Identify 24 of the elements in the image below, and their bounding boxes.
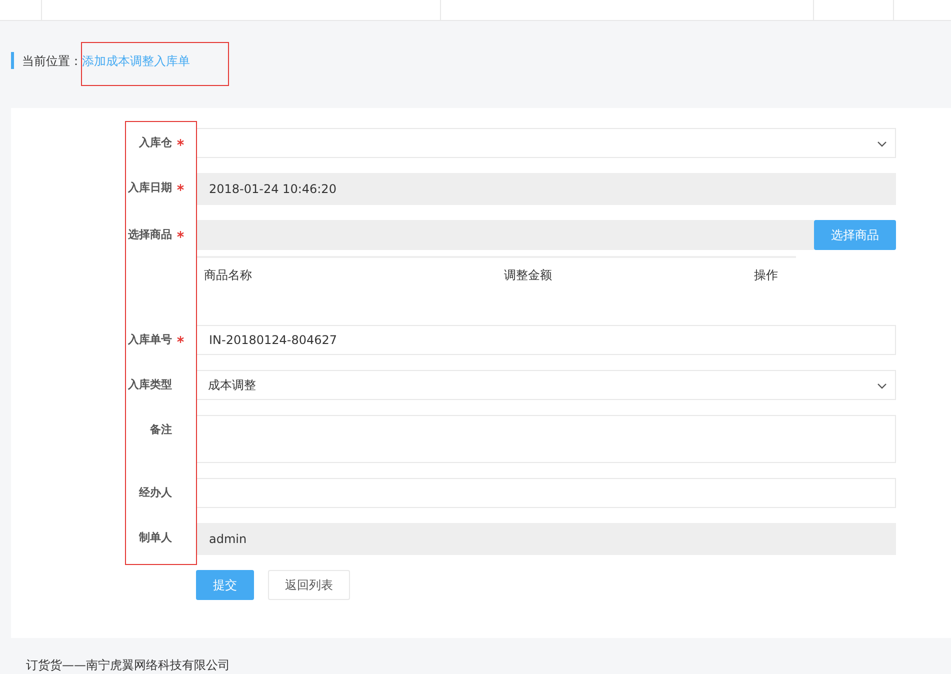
column-header: 操作 (753, 267, 779, 284)
select-field[interactable]: 成本调整 (196, 370, 896, 400)
column-header: 调整金额 (503, 267, 553, 284)
field-label: 选择商品 (128, 227, 172, 243)
field-label: 入库日期 (128, 180, 172, 196)
field-label: 入库仓 (139, 135, 172, 151)
field-label: 入库类型 (128, 377, 172, 393)
chevron-down-icon (877, 140, 887, 147)
field-label: 经办人 (139, 485, 172, 501)
input-field[interactable]: admin (196, 523, 896, 555)
column-header: 商品名称 (203, 267, 253, 284)
input-field[interactable] (196, 478, 896, 508)
input-field[interactable]: IN-20180124-804627 (196, 325, 896, 355)
breadcrumb-label: 当前位置： (22, 52, 82, 70)
chevron-down-icon (877, 382, 887, 389)
input-field[interactable]: 2018-01-24 10:46:20 (196, 173, 896, 205)
textarea-field[interactable] (196, 415, 896, 463)
select-field[interactable] (196, 128, 896, 158)
back-button[interactable]: 返回列表 (268, 570, 350, 600)
field-label: 入库单号 (128, 332, 172, 348)
field-label: 制单人 (139, 530, 172, 546)
field-label: 备注 (150, 422, 172, 438)
footer-text: 订货货——南宁虎翼网络科技有限公司 (26, 658, 230, 672)
input-field[interactable] (196, 220, 814, 250)
